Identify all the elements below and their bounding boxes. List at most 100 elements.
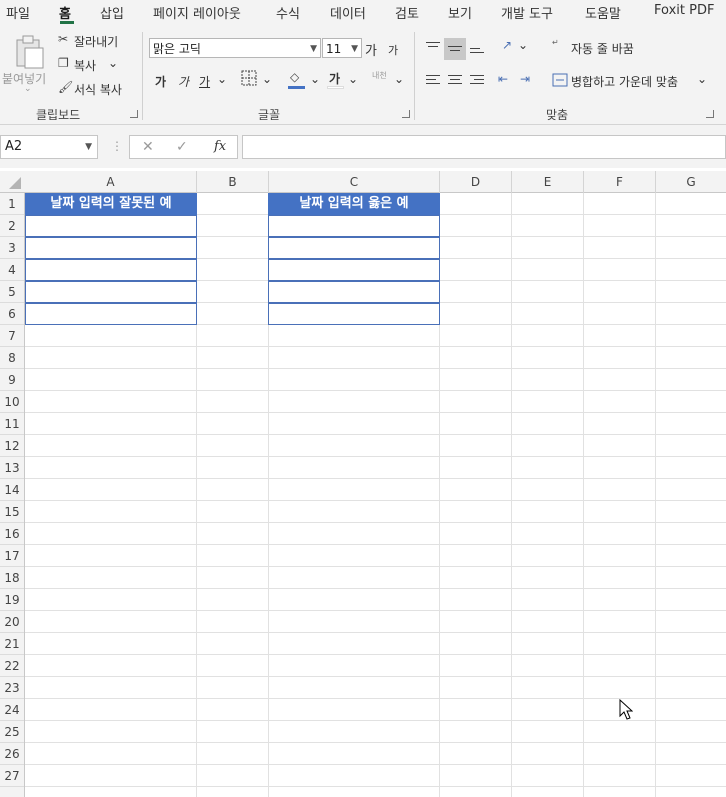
chevron-down-icon[interactable]: ⌄ [310, 72, 320, 86]
row-header[interactable]: 17 [0, 545, 24, 567]
chevron-down-icon[interactable]: ⌄ [394, 72, 404, 86]
row-header[interactable]: 22 [0, 655, 24, 677]
row-header[interactable]: 9 [0, 369, 24, 391]
row-header[interactable]: 24 [0, 699, 24, 721]
table2-cell-c4[interactable] [268, 259, 440, 281]
align-left-button[interactable] [424, 72, 442, 90]
row-header[interactable]: 2 [0, 215, 24, 237]
row-header[interactable]: 25 [0, 721, 24, 743]
underline-button[interactable]: 가 [199, 73, 210, 90]
select-all-corner[interactable] [0, 171, 25, 193]
column-header-c[interactable]: C [269, 171, 440, 193]
chevron-down-icon[interactable]: ⌄ [262, 72, 272, 86]
align-top-button[interactable] [424, 38, 442, 56]
table1-cell-a5[interactable] [25, 281, 197, 303]
menu-home[interactable]: 홈 [59, 3, 71, 22]
row-header[interactable]: 5 [0, 281, 24, 303]
font-color-button[interactable]: 가 [327, 70, 345, 90]
table2-header-cell[interactable]: 날짜 입력의 옳은 예 [268, 193, 440, 215]
column-header-g[interactable]: G [656, 171, 726, 193]
paste-button[interactable]: 붙여넣기 ⌄ [2, 30, 50, 100]
row-header[interactable]: 7 [0, 325, 24, 347]
table2-cell-c5[interactable] [268, 281, 440, 303]
table1-cell-a4[interactable] [25, 259, 197, 281]
row-header[interactable]: 20 [0, 611, 24, 633]
column-header-e[interactable]: E [512, 171, 584, 193]
menu-file[interactable]: 파일 [6, 3, 30, 22]
column-header-d[interactable]: D [440, 171, 512, 193]
table1-cell-a6[interactable] [25, 303, 197, 325]
row-header[interactable]: 19 [0, 589, 24, 611]
table2-cell-c2[interactable] [268, 215, 440, 237]
align-bottom-button[interactable] [468, 38, 486, 56]
font-name-combo[interactable]: 맑은 고딕 ▼ [149, 38, 321, 58]
alignment-dialog-launcher[interactable] [706, 110, 714, 118]
chevron-down-icon[interactable]: ⌄ [217, 72, 227, 86]
row-header[interactable]: 18 [0, 567, 24, 589]
wrap-text-button[interactable]: ↵ 자동 줄 바꿈 [552, 38, 648, 58]
menu-data[interactable]: 데이터 [330, 3, 366, 22]
format-painter-button[interactable]: 🖌 서식 복사 [56, 80, 136, 98]
align-middle-button[interactable] [444, 38, 466, 60]
cut-button[interactable]: ✂ 잘라내기 [56, 32, 136, 50]
more-options-icon: ⋮ [111, 139, 123, 153]
row-header[interactable]: 12 [0, 435, 24, 457]
column-header-b[interactable]: B [197, 171, 269, 193]
font-size-combo[interactable]: 11 ▼ [322, 38, 362, 58]
cancel-icon[interactable]: ✕ [142, 139, 154, 155]
copy-button[interactable]: ❐ 복사 ⌄ [56, 56, 126, 74]
bold-button[interactable]: 가 [155, 73, 166, 90]
phonetic-button[interactable]: 내천 [372, 70, 387, 81]
font-dialog-launcher[interactable] [402, 110, 410, 118]
decrease-indent-button[interactable]: ⇤ [498, 72, 516, 90]
borders-button[interactable] [241, 70, 259, 88]
menu-view[interactable]: 보기 [448, 3, 472, 22]
row-header[interactable]: 8 [0, 347, 24, 369]
row-header[interactable]: 10 [0, 391, 24, 413]
align-center-button[interactable] [446, 72, 464, 90]
row-header[interactable]: 21 [0, 633, 24, 655]
row-header[interactable]: 6 [0, 303, 24, 325]
row-header[interactable]: 14 [0, 479, 24, 501]
fill-color-button[interactable]: ◇ [288, 70, 306, 90]
menu-developer[interactable]: 개발 도구 [501, 3, 553, 22]
menu-foxit-pdf[interactable]: Foxit PDF [654, 3, 714, 18]
row-header[interactable]: 1 [0, 193, 24, 215]
orientation-button[interactable]: ↗ ⌄ [500, 38, 530, 56]
enter-icon[interactable]: ✓ [176, 139, 188, 155]
grow-font-button[interactable]: 가 [365, 40, 377, 59]
name-box[interactable]: A2 ▼ [0, 135, 98, 159]
menu-page-layout[interactable]: 페이지 레이아웃 [153, 3, 241, 22]
clipboard-dialog-launcher[interactable] [130, 110, 138, 118]
increase-indent-button[interactable]: ⇥ [520, 72, 538, 90]
row-header[interactable]: 3 [0, 237, 24, 259]
merge-center-button[interactable]: 병합하고 가운데 맞춤 ⌄ [552, 71, 712, 91]
menu-formulas[interactable]: 수식 [276, 3, 300, 22]
shrink-font-button[interactable]: 가 [388, 42, 398, 58]
row-header[interactable]: 11 [0, 413, 24, 435]
row-header[interactable]: 4 [0, 259, 24, 281]
menu-review[interactable]: 검토 [395, 3, 419, 22]
paste-icon [16, 35, 44, 69]
formula-input[interactable] [242, 135, 726, 159]
table2-cell-c3[interactable] [268, 237, 440, 259]
row-header[interactable]: 26 [0, 743, 24, 765]
row-header[interactable]: 23 [0, 677, 24, 699]
row-header[interactable]: 13 [0, 457, 24, 479]
table1-cell-a3[interactable] [25, 237, 197, 259]
menu-insert[interactable]: 삽입 [100, 3, 124, 22]
align-right-button[interactable] [468, 72, 486, 90]
row-header[interactable]: 16 [0, 523, 24, 545]
table1-header-cell[interactable]: 날짜 입력의 잘못된 예 [25, 193, 197, 215]
table1-cell-a2[interactable] [25, 215, 197, 237]
column-header-a[interactable]: A [25, 171, 197, 193]
chevron-down-icon[interactable]: ⌄ [348, 72, 358, 86]
worksheet-grid[interactable]: A B C D E F G 1 2 3 4 5 6 7 8 9 10 11 12 13 14 15 16 17 1… [0, 171, 726, 797]
row-header[interactable]: 15 [0, 501, 24, 523]
insert-function-button[interactable]: fx [214, 139, 226, 154]
row-header[interactable]: 27 [0, 765, 24, 787]
menu-help[interactable]: 도움말 [585, 3, 621, 22]
table2-cell-c6[interactable] [268, 303, 440, 325]
column-header-f[interactable]: F [584, 171, 656, 193]
italic-button[interactable]: 가 [178, 73, 189, 90]
